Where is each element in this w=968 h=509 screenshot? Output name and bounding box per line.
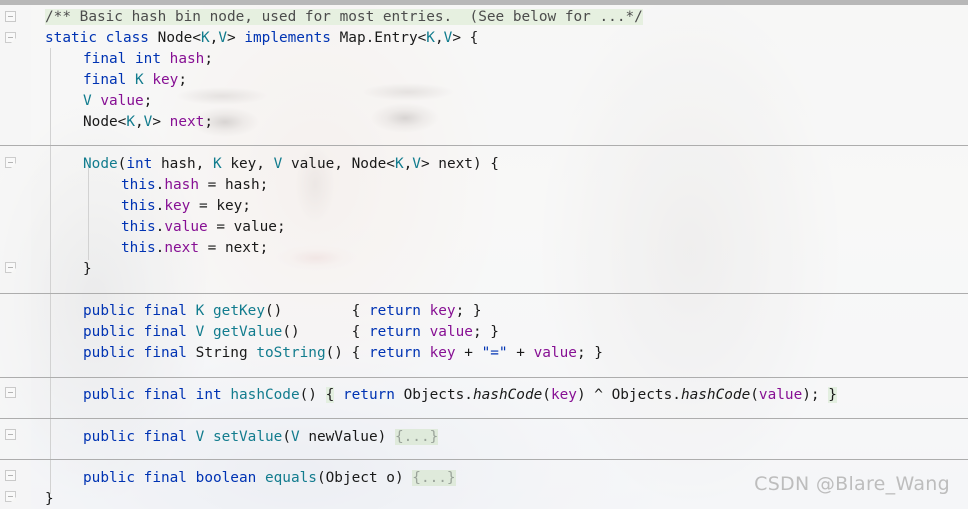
class-close-brace: } [45,491,54,507]
window-title-bar [0,0,968,5]
constructor-close-brace: } [83,261,92,277]
code-line-field-value[interactable]: V value; [0,91,968,112]
code-line-hash-code[interactable]: public final int hashCode() { return Obj… [0,385,968,406]
code-line-javadoc-comment[interactable]: /** Basic hash bin node, used for most e… [0,7,968,28]
code-line-assign-next[interactable]: this.next = next; [0,238,968,259]
code-line-to-string[interactable]: public final String toString() { return … [0,343,968,364]
code-line-get-key[interactable]: public final K getKey() { return key; } [0,301,968,322]
code-line-assign-value[interactable]: this.value = value; [0,217,968,238]
code-line-set-value[interactable]: public final V setValue(V newValue) {...… [0,427,968,448]
code-line-assign-hash[interactable]: this.hash = hash; [0,175,968,196]
code-line-constructor-close[interactable]: } [0,259,968,280]
code-line-field-hash[interactable]: final int hash; [0,49,968,70]
code-line-class-declaration[interactable]: static class Node<K,V> implements Map.En… [0,28,968,49]
code-line-get-value[interactable]: public final V getValue() { return value… [0,322,968,343]
csdn-watermark: CSDN @Blare_Wang [754,473,950,495]
code-line-constructor-signature[interactable]: Node(int hash, K key, V value, Node<K,V>… [0,154,968,175]
javadoc-comment-text: /** Basic hash bin node, used for most e… [45,9,643,25]
folded-body-equals[interactable]: {...} [412,470,456,486]
code-line-field-next[interactable]: Node<K,V> next; [0,112,968,133]
code-line-assign-key[interactable]: this.key = key; [0,196,968,217]
code-content[interactable]: /** Basic hash bin node, used for most e… [0,5,968,509]
code-line-field-key[interactable]: final K key; [0,70,968,91]
folded-body-setvalue[interactable]: {...} [394,429,439,445]
code-editor-window: /** Basic hash bin node, used for most e… [0,0,968,509]
